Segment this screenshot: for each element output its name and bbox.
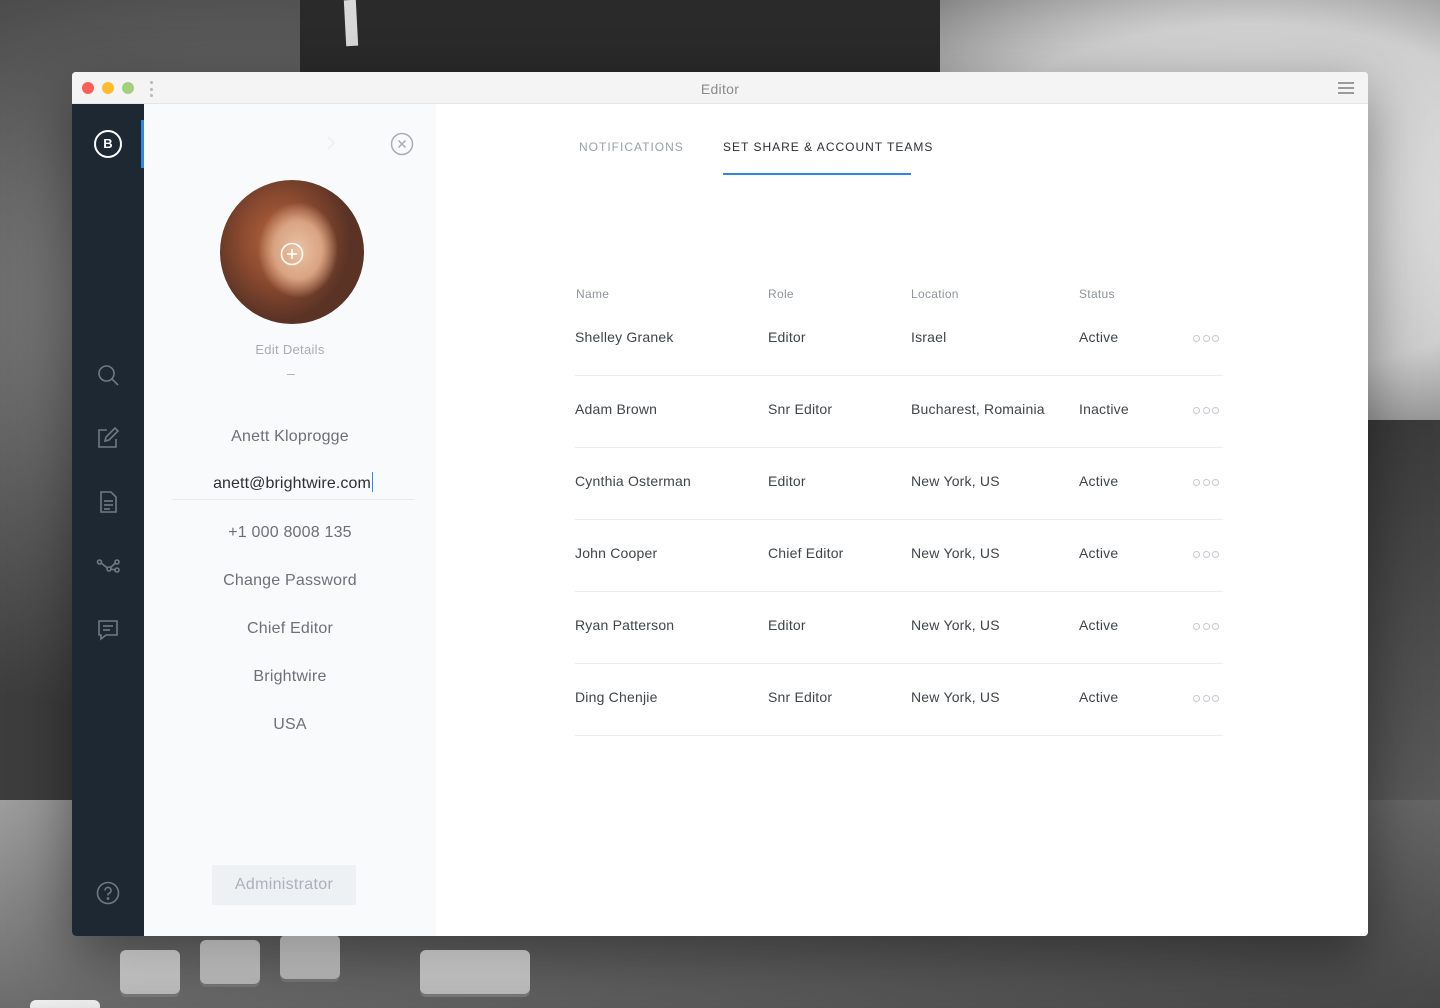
close-icon[interactable] xyxy=(390,132,414,156)
cell-name: John Cooper xyxy=(575,545,658,561)
column-header-status[interactable]: Status xyxy=(1079,287,1115,301)
column-header-location[interactable]: Location xyxy=(911,287,959,301)
country-field[interactable]: USA xyxy=(144,716,436,734)
table-row[interactable]: Ding Chenjie Snr Editor New York, US Act… xyxy=(575,664,1223,736)
cell-name: Ryan Patterson xyxy=(575,617,675,633)
edit-details-link[interactable]: Edit Details xyxy=(144,342,436,357)
column-header-role[interactable]: Role xyxy=(768,287,794,301)
keyboard-key xyxy=(420,950,530,994)
divider xyxy=(287,374,295,375)
change-password-link[interactable]: Change Password xyxy=(144,572,436,590)
phone-field[interactable]: +1 000 8008 135 xyxy=(144,524,436,542)
table-row[interactable]: Shelley Granek Editor Israel Active xyxy=(575,304,1223,376)
search-icon[interactable] xyxy=(96,363,120,387)
table-row[interactable]: Ryan Patterson Editor New York, US Activ… xyxy=(575,592,1223,664)
profile-panel: Edit Details Anett Kloprogge anett@brigh… xyxy=(144,104,436,936)
more-options-icon[interactable] xyxy=(1193,407,1219,415)
title-bar: Editor xyxy=(72,72,1368,104)
table-row[interactable]: John Cooper Chief Editor New York, US Ac… xyxy=(575,520,1223,592)
background-strip xyxy=(343,0,359,47)
table-row[interactable]: Cynthia Osterman Editor New York, US Act… xyxy=(575,448,1223,520)
cell-name: Ding Chenjie xyxy=(575,689,658,705)
keyboard-key xyxy=(200,940,260,984)
brand-logo[interactable]: B xyxy=(94,130,122,158)
column-header-name[interactable]: Name xyxy=(576,287,609,301)
more-options-icon[interactable] xyxy=(1193,551,1219,559)
tab-notifications[interactable]: NOTIFICATIONS xyxy=(579,140,684,154)
cell-status: Active xyxy=(1079,689,1119,705)
profile-name-field[interactable]: Anett Kloprogge xyxy=(144,428,436,446)
cell-location: New York, US xyxy=(911,473,1000,489)
cell-status: Inactive xyxy=(1079,401,1129,417)
cell-status: Active xyxy=(1079,545,1119,561)
cell-status: Active xyxy=(1079,473,1119,489)
edit-icon[interactable] xyxy=(96,426,120,450)
cell-name: Shelley Granek xyxy=(575,329,674,345)
document-icon[interactable] xyxy=(96,490,120,514)
more-options-icon[interactable] xyxy=(1193,479,1219,487)
app-window: Editor B Edit Details Anett Kloprogge an… xyxy=(72,72,1368,936)
cell-role: Editor xyxy=(768,473,806,489)
more-options-icon[interactable] xyxy=(1193,623,1219,631)
keyboard-key xyxy=(280,935,340,979)
main-content: NOTIFICATIONS SET SHARE & ACCOUNT TEAMS … xyxy=(436,104,1368,936)
active-tab-indicator xyxy=(723,173,911,175)
cell-role: Editor xyxy=(768,329,806,345)
help-icon[interactable] xyxy=(96,881,120,905)
text-caret xyxy=(371,472,373,492)
cell-role: Editor xyxy=(768,617,806,633)
cell-name: Adam Brown xyxy=(575,401,658,417)
cell-status: Active xyxy=(1079,617,1119,633)
hamburger-menu-icon[interactable] xyxy=(1338,82,1354,94)
role-field[interactable]: Chief Editor xyxy=(144,620,436,638)
administrator-button[interactable]: Administrator xyxy=(212,865,356,905)
table-row[interactable]: Adam Brown Snr Editor Bucharest, Romaini… xyxy=(575,376,1223,448)
keyboard-key xyxy=(30,1000,100,1008)
window-title: Editor xyxy=(700,81,740,97)
email-value: anett@brightwire.com xyxy=(213,475,371,492)
avatar[interactable] xyxy=(220,180,364,324)
keyboard-key xyxy=(120,950,180,994)
cell-location: New York, US xyxy=(911,689,1000,705)
tab-share-account-teams[interactable]: SET SHARE & ACCOUNT TEAMS xyxy=(723,140,933,154)
chevron-right-icon[interactable] xyxy=(326,136,336,150)
more-options-icon[interactable] xyxy=(1193,695,1219,703)
cell-location: Bucharest, Romainia xyxy=(911,401,1045,417)
cell-role: Snr Editor xyxy=(768,689,833,705)
more-options-icon[interactable] xyxy=(1193,335,1219,343)
cell-status: Active xyxy=(1079,329,1119,345)
background-object xyxy=(1368,420,1440,840)
cell-location: New York, US xyxy=(911,545,1000,561)
cell-location: New York, US xyxy=(911,617,1000,633)
cell-name: Cynthia Osterman xyxy=(575,473,692,489)
email-field[interactable]: anett@brightwire.com xyxy=(172,472,414,500)
company-field[interactable]: Brightwire xyxy=(144,668,436,686)
share-icon[interactable] xyxy=(96,554,120,578)
sidebar: B xyxy=(72,104,144,936)
chat-icon[interactable] xyxy=(96,618,120,642)
cell-role: Chief Editor xyxy=(768,545,844,561)
cell-location: Israel xyxy=(911,329,947,345)
add-photo-icon[interactable] xyxy=(280,242,304,266)
cell-role: Snr Editor xyxy=(768,401,833,417)
